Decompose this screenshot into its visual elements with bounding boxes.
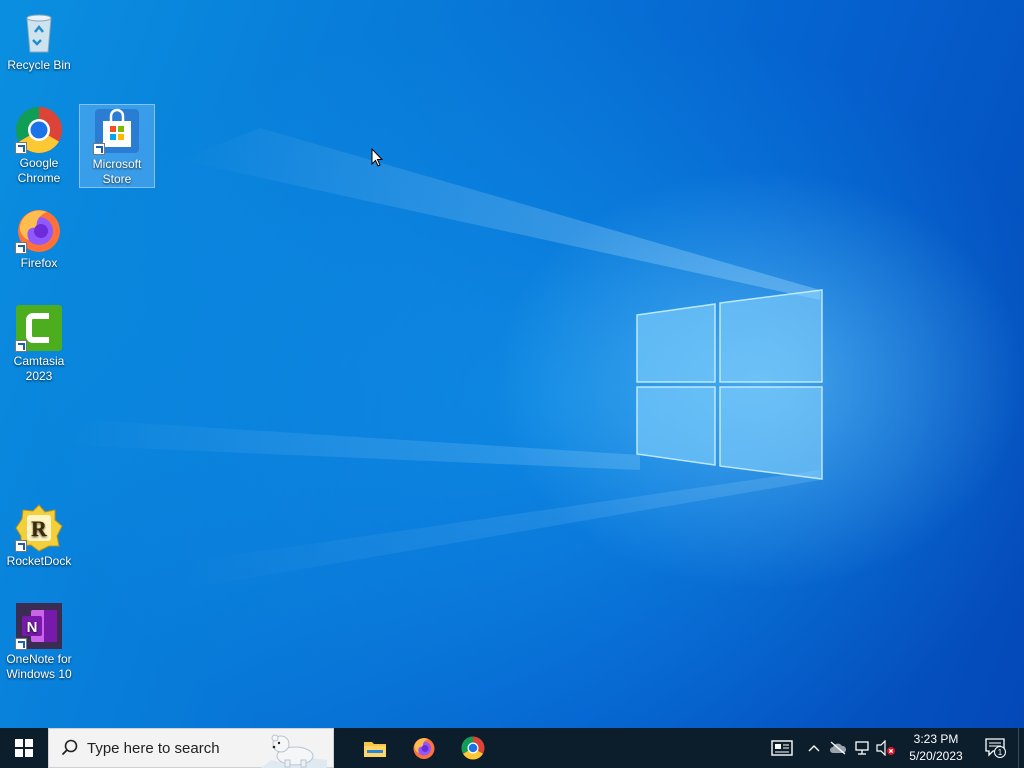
- network-icon: [855, 741, 869, 755]
- onenote-icon: N: [15, 602, 63, 650]
- shortcut-arrow-icon: [93, 143, 105, 155]
- shortcut-arrow-icon: [15, 242, 27, 254]
- desktop-icon-camtasia[interactable]: Camtasia 2023: [1, 302, 77, 384]
- svg-text:R: R: [31, 516, 48, 541]
- onedrive-tray-button[interactable]: [826, 728, 850, 768]
- news-widget-icon: [771, 740, 793, 756]
- windows-logo-wallpaper: [636, 289, 823, 480]
- taskbar-file-explorer[interactable]: [350, 728, 399, 768]
- cloud-offline-icon: [830, 741, 847, 755]
- volume-muted-icon: [876, 740, 895, 756]
- desktop-icon-microsoft-store[interactable]: Microsoft Store: [79, 104, 155, 188]
- shortcut-arrow-icon: [15, 340, 27, 352]
- notification-icon: 1: [985, 738, 1006, 758]
- desktop-icon-recycle-bin[interactable]: Recycle Bin: [1, 6, 77, 73]
- desktop-icon-label: Firefox: [20, 256, 58, 270]
- desktop-icon-label: RocketDock: [6, 554, 72, 568]
- network-button[interactable]: [850, 728, 874, 768]
- desktop-icon-label: Camtasia 2023: [13, 354, 65, 383]
- firefox-icon: [15, 206, 63, 254]
- desktop-icon-label: Microsoft Store: [92, 157, 142, 186]
- firefox-icon: [413, 738, 434, 759]
- windows-start-icon: [15, 739, 33, 757]
- desktop-icon-firefox[interactable]: Firefox: [1, 204, 77, 271]
- mouse-cursor-icon: [371, 148, 384, 167]
- desktop-icon-google-chrome[interactable]: Google Chrome: [1, 104, 77, 186]
- svg-text:N: N: [27, 619, 38, 636]
- desktop-icon-rocketdock[interactable]: R RocketDock: [1, 502, 77, 569]
- news-widget-button[interactable]: [762, 728, 802, 768]
- volume-button[interactable]: [874, 728, 898, 768]
- desktop-icon-label: Recycle Bin: [7, 58, 71, 72]
- taskbar-chrome[interactable]: [448, 728, 497, 768]
- shortcut-arrow-icon: [15, 540, 27, 552]
- show-desktop-button[interactable]: [1018, 728, 1024, 768]
- chrome-icon: [15, 106, 63, 154]
- search-box[interactable]: Type here to search: [48, 728, 334, 768]
- taskbar-clock[interactable]: 3:23 PM 5/20/2023: [904, 731, 968, 765]
- chevron-up-icon: [808, 745, 820, 752]
- search-icon: [61, 739, 78, 756]
- search-placeholder: Type here to search: [87, 739, 220, 757]
- file-explorer-icon: [363, 742, 386, 757]
- shortcut-arrow-icon: [15, 638, 27, 650]
- microsoft-store-icon: [93, 107, 141, 155]
- shortcut-arrow-icon: [15, 142, 27, 154]
- chrome-icon: [461, 736, 484, 760]
- taskbar-firefox[interactable]: [399, 728, 448, 768]
- rocketdock-icon: R: [15, 504, 63, 552]
- desktop-icon-label: Google Chrome: [17, 156, 61, 185]
- recycle-bin-icon: [15, 8, 63, 56]
- action-center-button[interactable]: 1: [974, 728, 1018, 768]
- camtasia-icon: [15, 304, 63, 352]
- system-tray: 3:23 PM 5/20/2023 1: [762, 728, 1024, 768]
- show-hidden-icons-button[interactable]: [802, 728, 826, 768]
- desktop-icon-onenote[interactable]: N OneNote for Windows 10: [1, 600, 77, 682]
- start-button[interactable]: [0, 728, 48, 768]
- taskbar: Type here to search 3:23 PM 5/20/2023 1: [0, 728, 1024, 768]
- notification-count: 1: [998, 748, 1003, 757]
- clock-time: 3:23 PM: [913, 732, 959, 746]
- search-highlight-polar-bear-icon[interactable]: [261, 730, 327, 768]
- clock-date: 5/20/2023: [909, 749, 963, 763]
- desktop-icon-label: OneNote for Windows 10: [6, 652, 72, 681]
